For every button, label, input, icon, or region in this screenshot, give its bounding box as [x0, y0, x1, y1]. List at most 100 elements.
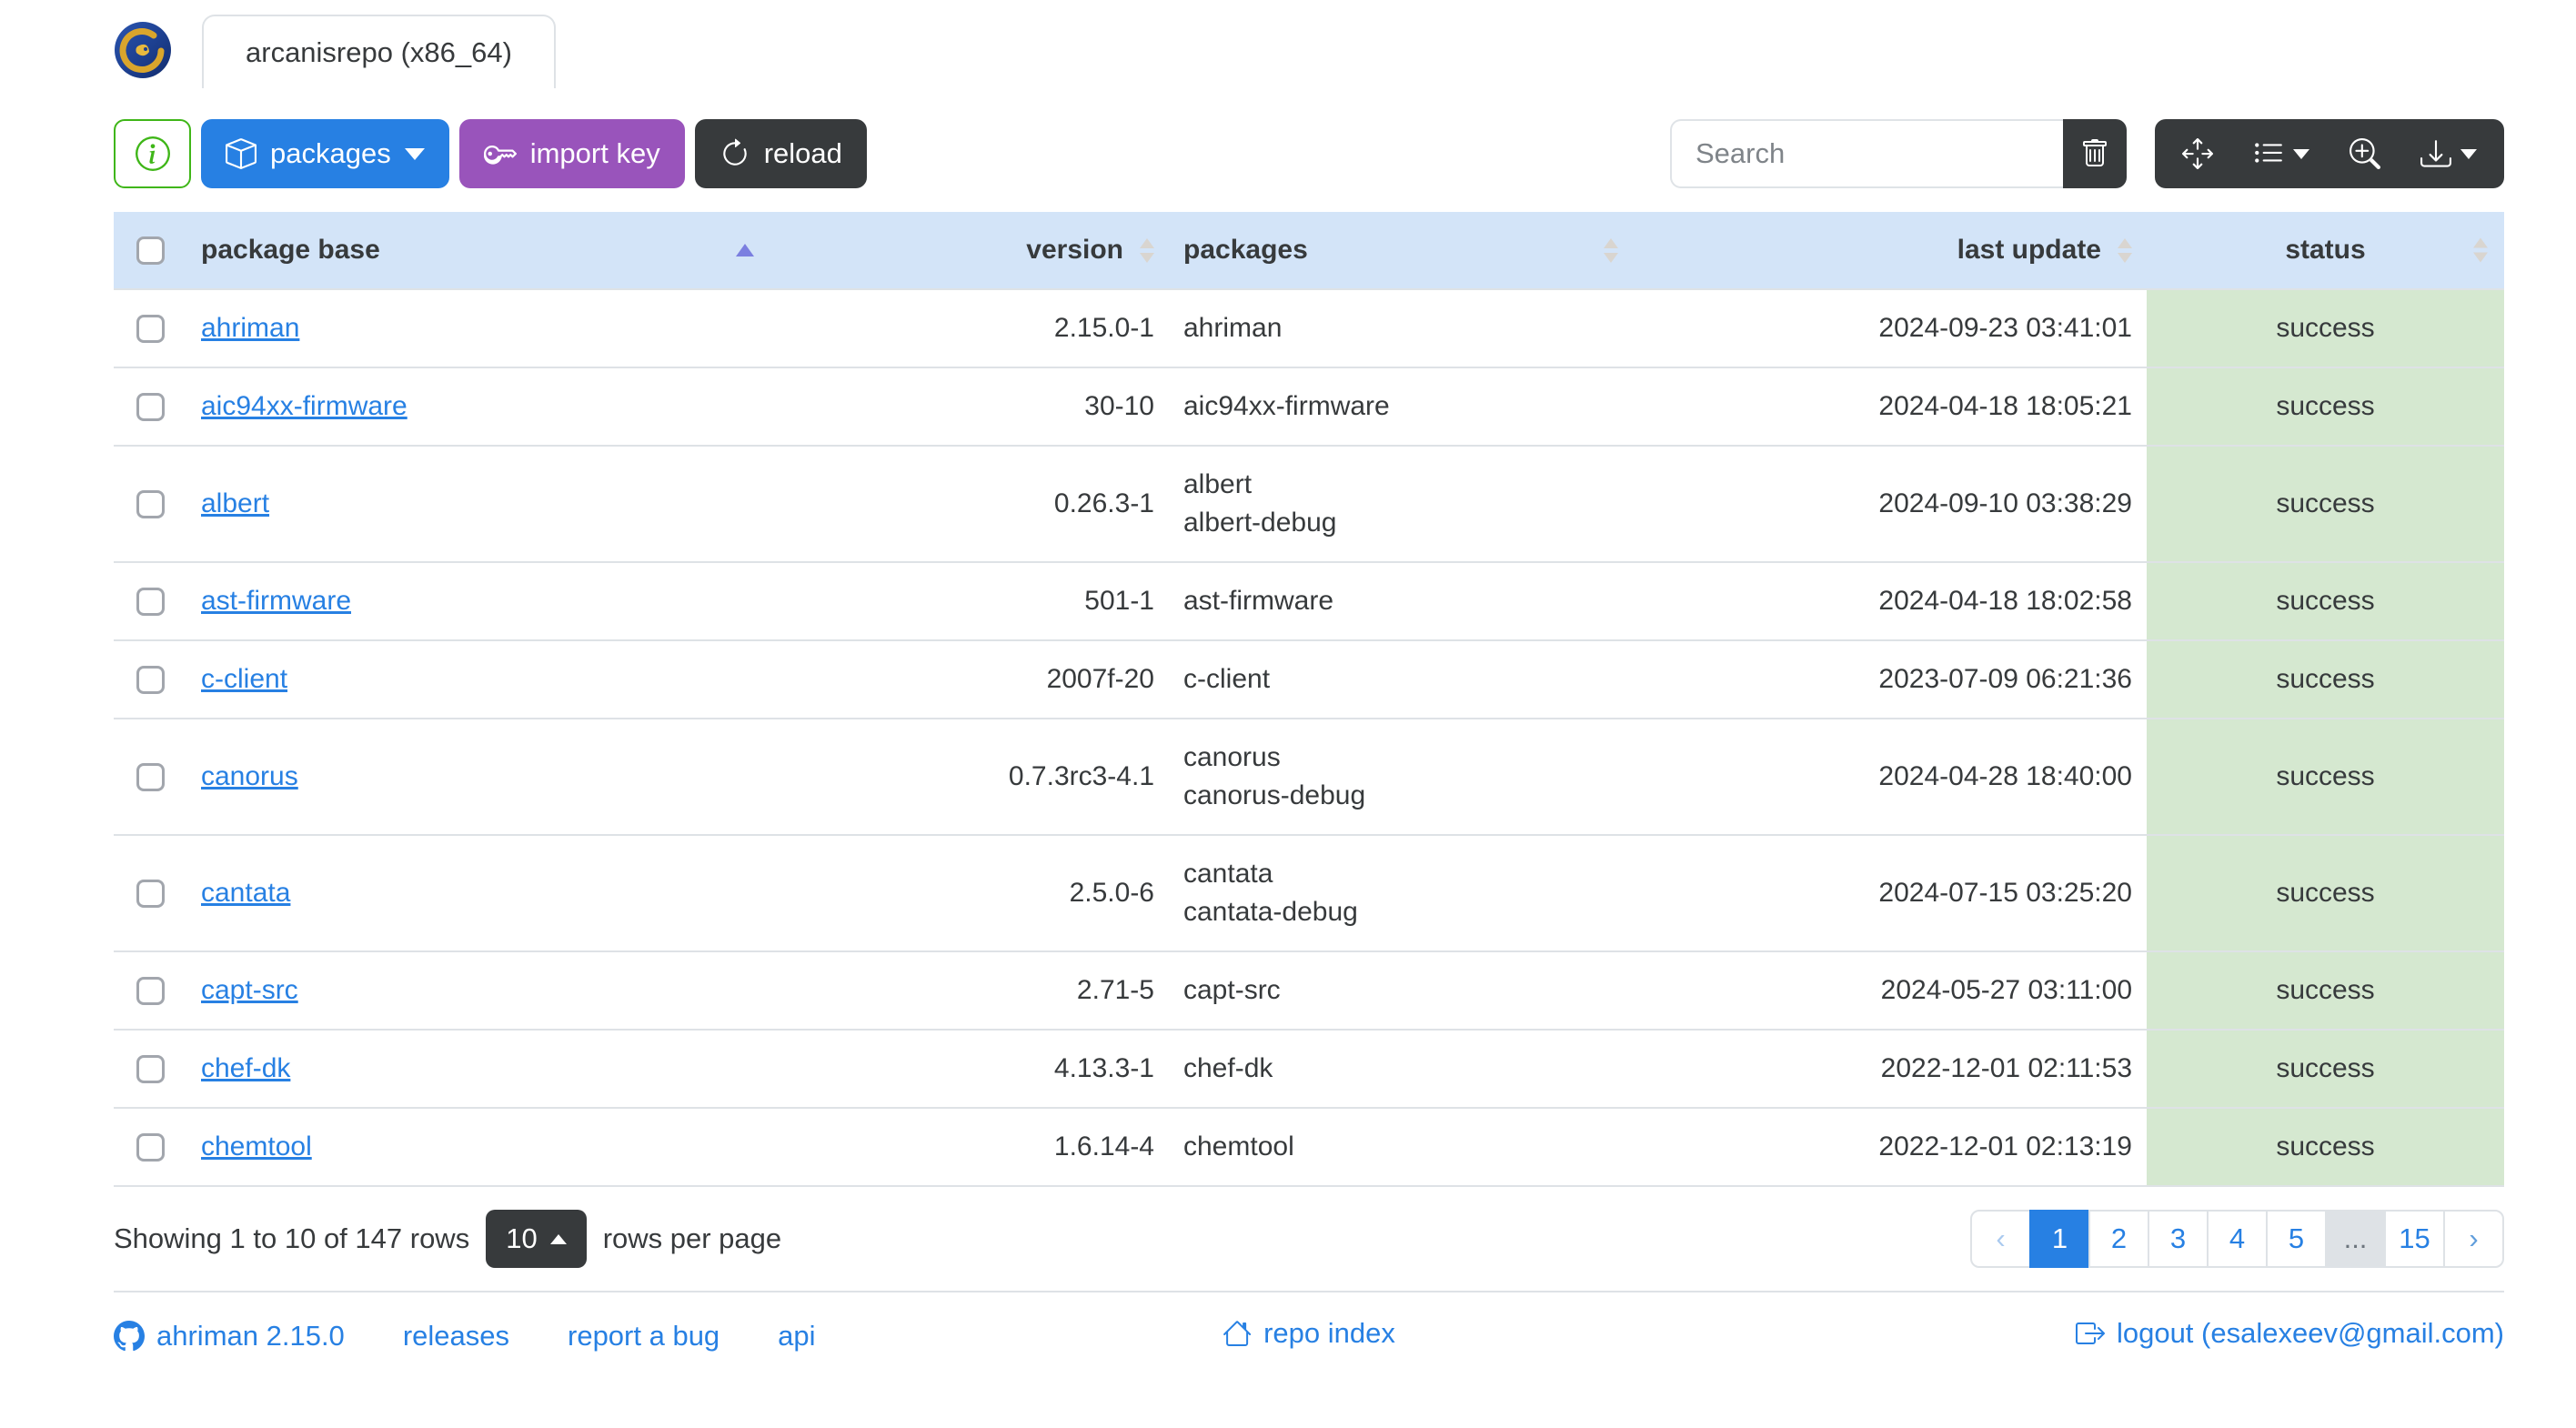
package-name: canorus-debug	[1183, 780, 1366, 810]
info-button[interactable]	[114, 119, 191, 188]
package-name: canorus	[1183, 742, 1281, 772]
column-label: status	[2285, 235, 2366, 265]
package-version: 2.15.0-1	[769, 289, 1169, 368]
pagination-page-2[interactable]: 2	[2088, 1210, 2149, 1268]
columns-dropdown-button[interactable]	[2233, 119, 2329, 188]
table-row: cantata 2.5.0-6 cantata cantata-debug 2024-0…	[114, 835, 2504, 952]
fullscreen-button[interactable]	[2162, 119, 2233, 188]
row-checkbox[interactable]	[136, 762, 165, 791]
sort-both-icon	[1604, 237, 1618, 263]
house-icon	[1223, 1319, 1252, 1348]
status-badge: success	[2147, 1108, 2504, 1187]
page: arcanisrepo (x86_64) packages import key…	[114, 0, 2504, 1380]
list-icon	[2253, 138, 2284, 169]
github-icon	[114, 1321, 145, 1352]
repository-tab[interactable]: arcanisrepo (x86_64)	[202, 15, 556, 88]
column-header-last-update[interactable]: last update	[1633, 212, 2147, 290]
package-version: 30-10	[769, 367, 1169, 447]
pagination-bar: Showing 1 to 10 of 147 rows 10 rows per …	[114, 1187, 2504, 1291]
package-base-link[interactable]: capt-src	[201, 975, 298, 1005]
clear-search-button[interactable]	[2063, 119, 2127, 188]
advanced-search-button[interactable]	[2329, 119, 2400, 188]
package-name: aic94xx-firmware	[1183, 391, 1390, 421]
releases-link[interactable]: releases	[403, 1320, 509, 1353]
table-row: ahriman 2.15.0-1 ahriman 2024-09-23 03:41:0…	[114, 289, 2504, 368]
github-version-label: ahriman 2.15.0	[156, 1320, 345, 1352]
pagination-page-5[interactable]: 5	[2266, 1210, 2327, 1268]
api-link[interactable]: api	[778, 1320, 815, 1353]
column-header-package-base[interactable]: package base	[186, 212, 769, 290]
row-checkbox[interactable]	[136, 314, 165, 343]
package-base-link[interactable]: chef-dk	[201, 1053, 290, 1083]
reload-button[interactable]: reload	[694, 119, 867, 188]
last-update-timestamp: 2022-12-01 02:11:53	[1633, 1030, 2147, 1109]
import-key-button-label: import key	[529, 137, 660, 169]
export-dropdown-button[interactable]	[2400, 119, 2497, 188]
last-update-timestamp: 2024-09-23 03:41:01	[1633, 289, 2147, 368]
package-base-link[interactable]: ast-firmware	[201, 586, 351, 616]
status-badge: success	[2147, 289, 2504, 368]
logout-link[interactable]: logout (esalexeev@gmail.com)	[2075, 1317, 2504, 1350]
column-header-version[interactable]: version	[769, 212, 1169, 290]
trash-icon	[2080, 139, 2109, 168]
package-base-link[interactable]: albert	[201, 488, 269, 518]
pagination-previous[interactable]: ‹	[1970, 1210, 2031, 1268]
package-base-link[interactable]: cantata	[201, 878, 290, 908]
packages-button-label: packages	[270, 137, 391, 169]
package-version: 2.71-5	[769, 951, 1169, 1031]
chevron-down-icon	[2293, 148, 2309, 159]
sort-both-icon	[2473, 237, 2488, 263]
pagination-page-...[interactable]: ...	[2325, 1210, 2386, 1268]
row-checkbox[interactable]	[136, 392, 165, 421]
reload-button-label: reload	[763, 137, 842, 169]
row-checkbox[interactable]	[136, 587, 165, 616]
row-checkbox[interactable]	[136, 489, 165, 518]
last-update-timestamp: 2024-07-15 03:25:20	[1633, 835, 2147, 952]
pagination-page-3[interactable]: 3	[2148, 1210, 2209, 1268]
column-label: version	[1026, 235, 1123, 265]
import-key-button[interactable]: import key	[458, 119, 685, 188]
status-badge: success	[2147, 1030, 2504, 1109]
search-input[interactable]	[1670, 119, 2063, 188]
select-all-checkbox[interactable]	[136, 236, 165, 265]
rows-summary: Showing 1 to 10 of 147 rows	[114, 1222, 470, 1254]
pagination-page-15[interactable]: 15	[2384, 1210, 2445, 1268]
status-badge: success	[2147, 562, 2504, 641]
pagination-page-4[interactable]: 4	[2207, 1210, 2268, 1268]
repo-index-link[interactable]: repo index	[1223, 1317, 1395, 1350]
row-checkbox[interactable]	[136, 879, 165, 908]
github-version-link[interactable]: ahriman 2.15.0	[114, 1320, 345, 1353]
sort-both-icon	[1140, 237, 1154, 263]
logout-label: logout (esalexeev@gmail.com)	[2116, 1317, 2504, 1349]
column-label: package base	[201, 235, 380, 265]
package-name: albert-debug	[1183, 508, 1337, 538]
pagination-page-1[interactable]: 1	[2029, 1210, 2090, 1268]
package-base-link[interactable]: chemtool	[201, 1131, 312, 1162]
page-size-dropdown-button[interactable]: 10	[486, 1210, 587, 1268]
package-base-link[interactable]: aic94xx-firmware	[201, 391, 408, 421]
package-base-link[interactable]: c-client	[201, 664, 287, 694]
package-name: capt-src	[1183, 975, 1281, 1005]
pagination-pages: ‹ 1 2 3 4 5... 15 ›	[1970, 1210, 2504, 1268]
row-checkbox[interactable]	[136, 665, 165, 694]
table-row: chemtool 1.6.14-4 chemtool 2022-12-01 02:13…	[114, 1108, 2504, 1187]
search-group	[1670, 119, 2127, 188]
column-header-packages[interactable]: packages	[1169, 212, 1633, 290]
column-header-status[interactable]: status	[2147, 212, 2504, 290]
row-checkbox[interactable]	[136, 976, 165, 1005]
table-body: ahriman 2.15.0-1 ahriman 2024-09-23 03:41:0…	[114, 289, 2504, 1187]
last-update-timestamp: 2023-07-09 06:21:36	[1633, 640, 2147, 719]
package-base-link[interactable]: canorus	[201, 761, 298, 791]
footer: ahriman 2.15.0 releases report a bug api…	[114, 1291, 2504, 1380]
package-name: cantata-debug	[1183, 897, 1358, 927]
row-checkbox[interactable]	[136, 1054, 165, 1083]
packages-dropdown-button[interactable]: packages	[201, 119, 449, 188]
row-checkbox[interactable]	[136, 1132, 165, 1162]
sort-both-icon	[2118, 237, 2132, 263]
report-bug-link[interactable]: report a bug	[568, 1320, 719, 1353]
select-all-header	[114, 212, 186, 290]
table-row: c-client 2007f-20 c-client 2023-07-09 06:21…	[114, 640, 2504, 719]
pagination-next[interactable]: ›	[2443, 1210, 2504, 1268]
package-base-link[interactable]: ahriman	[201, 313, 299, 343]
